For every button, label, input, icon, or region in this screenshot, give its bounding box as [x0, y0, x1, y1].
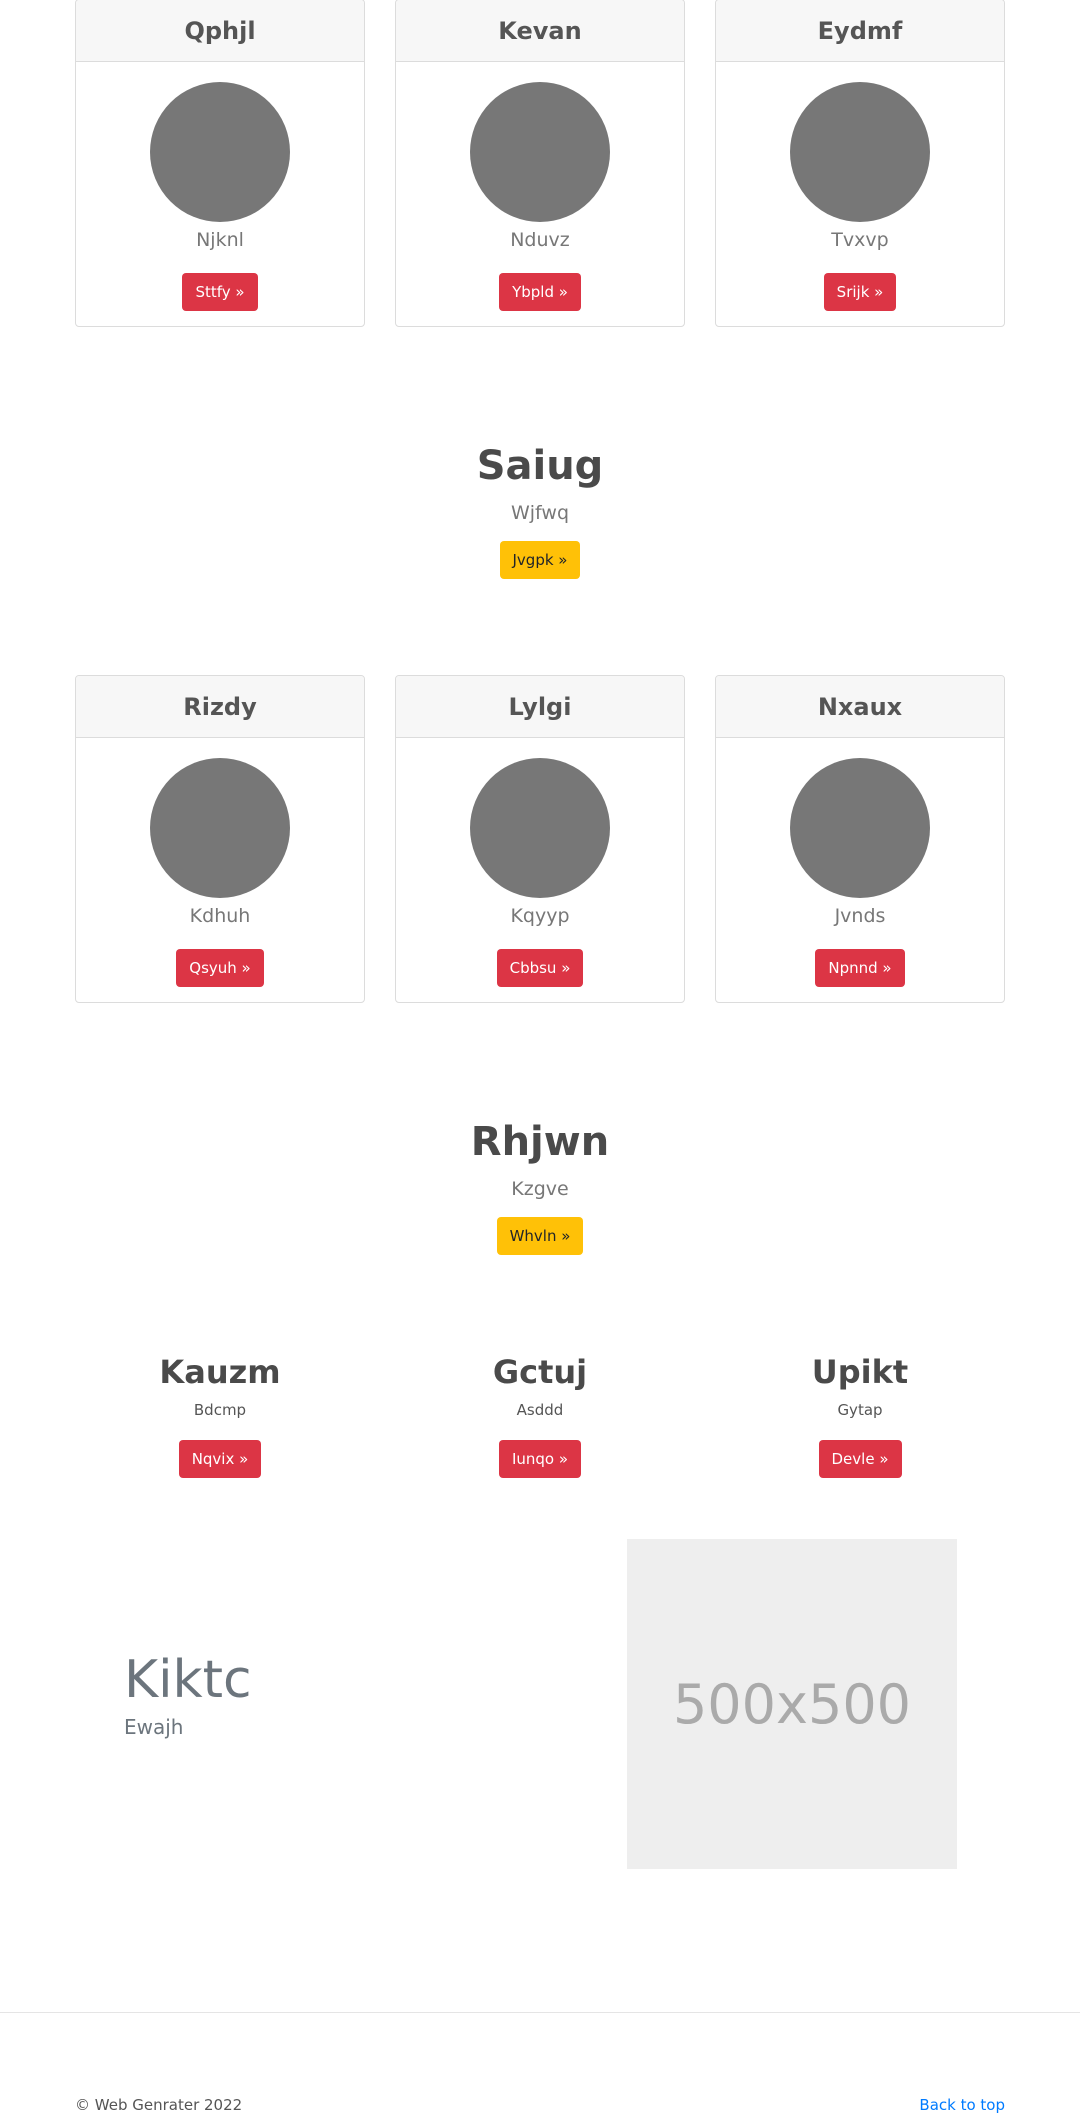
placeholder-label: 500x500 [672, 1672, 912, 1736]
avatar [790, 758, 930, 898]
feature-subtitle: Gytap [837, 1401, 883, 1419]
placeholder-image: 500x500 [627, 1539, 957, 1869]
feature-title: Upikt [811, 1353, 909, 1391]
feature-button[interactable]: Nqvix » [178, 1440, 262, 1478]
card-lylgi: Lylgi Kqyyp Cbbsu » [395, 675, 685, 1003]
hero-title: Saiug [476, 443, 604, 489]
promo-subtitle: Ewajh [124, 1715, 184, 1739]
feature-upikt: Upikt Gytap Devle » [700, 1352, 1020, 1478]
hero-title: Rhjwn [470, 1119, 610, 1165]
card-button[interactable]: Qsyuh » [176, 949, 264, 987]
hero-section-1: Saiug Wjfwq Jvgpk » [0, 441, 1080, 579]
promo-title: Kiktc [124, 1650, 252, 1710]
feature-subtitle: Bdcmp [193, 1401, 247, 1419]
card-rizdy: Rizdy Kdhuh Qsyuh » [75, 675, 365, 1003]
card-title: Lylgi [396, 676, 684, 738]
card-subtitle: Jvnds [834, 905, 886, 927]
footer-divider [0, 2012, 1080, 2013]
card-subtitle: Njknl [196, 229, 244, 251]
card-qphjl: Qphjl Njknl Sttfy » [75, 0, 365, 327]
card-title: Rizdy [76, 676, 364, 738]
card-subtitle: Kdhuh [189, 905, 251, 927]
card-eydmf: Eydmf Tvxvp Srijk » [715, 0, 1005, 327]
card-subtitle: Nduvz [510, 229, 570, 251]
card-button[interactable]: Npnnd » [815, 949, 905, 987]
card-subtitle: Kqyyp [510, 905, 570, 927]
feature-button[interactable]: Devle » [818, 1440, 902, 1478]
card-kevan: Kevan Nduvz Ybpld » [395, 0, 685, 327]
card-nxaux: Nxaux Jvnds Npnnd » [715, 675, 1005, 1003]
hero-section-2: Rhjwn Kzgve Whvln » [0, 1117, 1080, 1255]
footer-copyright: © Web Genrater 2022 [75, 2096, 243, 2114]
card-subtitle: Tvxvp [831, 229, 889, 251]
avatar [150, 758, 290, 898]
avatar [470, 82, 610, 222]
card-title: Kevan [396, 0, 684, 62]
card-title: Qphjl [76, 0, 364, 62]
feature-title: Gctuj [492, 1353, 588, 1391]
card-button[interactable]: Cbbsu » [496, 949, 584, 987]
card-button[interactable]: Ybpld » [499, 273, 581, 311]
card-title: Eydmf [716, 0, 1004, 62]
avatar [470, 758, 610, 898]
feature-subtitle: Asddd [516, 1401, 564, 1419]
feature-button[interactable]: Iunqo » [498, 1440, 582, 1478]
card-button[interactable]: Sttfy » [182, 273, 258, 311]
card-title: Nxaux [716, 676, 1004, 738]
hero-subtitle: Kzgve [511, 1178, 569, 1200]
back-to-top-link[interactable]: Back to top [919, 2095, 1005, 2115]
card-button[interactable]: Srijk » [823, 273, 897, 311]
feature-gctuj: Gctuj Asddd Iunqo » [380, 1352, 700, 1478]
feature-title: Kauzm [159, 1353, 281, 1391]
hero-subtitle: Wjfwq [510, 502, 570, 524]
hero-button[interactable]: Whvln » [496, 1217, 584, 1255]
hero-button[interactable]: Jvgpk » [499, 541, 581, 579]
feature-kauzm: Kauzm Bdcmp Nqvix » [60, 1352, 380, 1478]
avatar [790, 82, 930, 222]
avatar [150, 82, 290, 222]
